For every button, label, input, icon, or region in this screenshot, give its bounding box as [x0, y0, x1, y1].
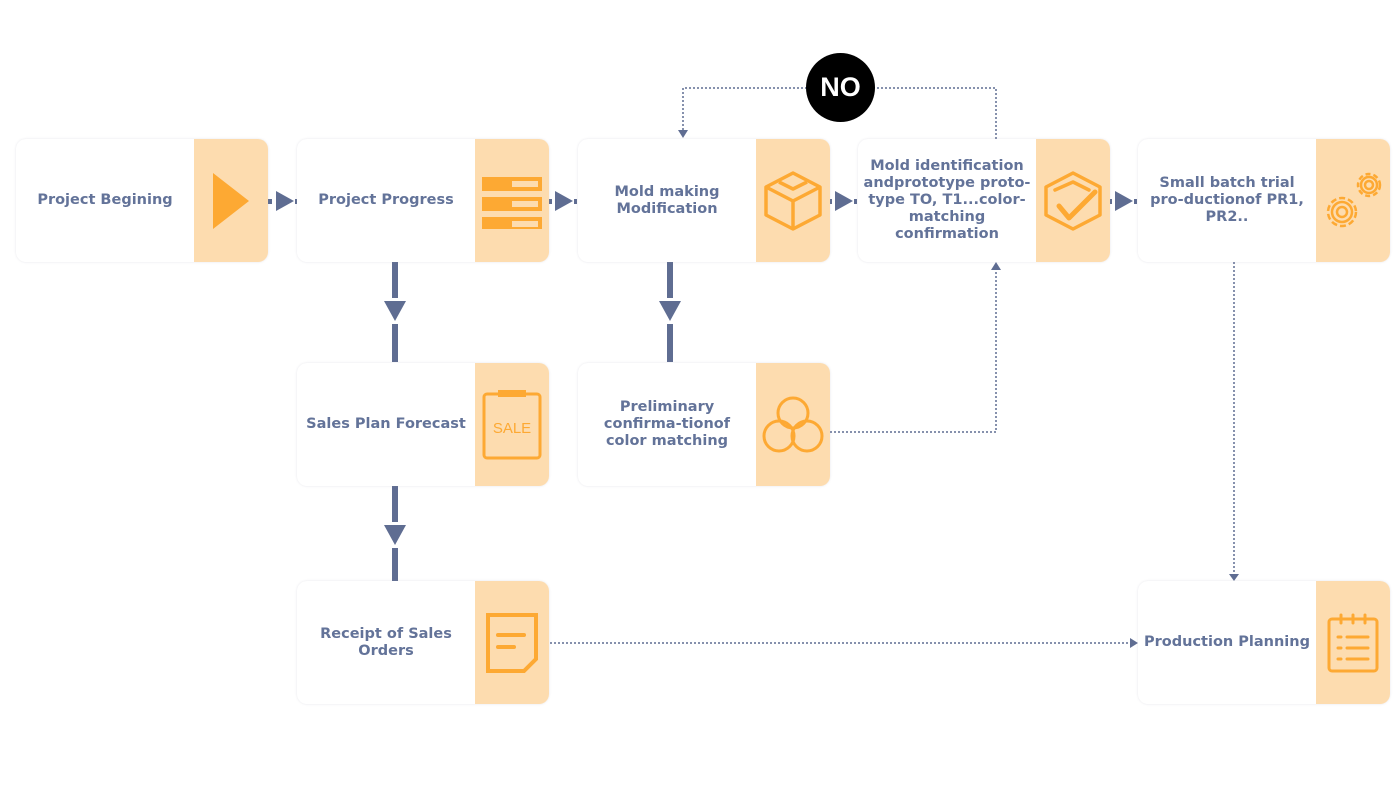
arrow-mold-color	[659, 262, 681, 362]
arrow-progress-mold	[548, 191, 577, 211]
arrow-start-progress	[268, 191, 298, 211]
node-receipt-sales-orders[interactable]: Receipt of Sales Orders	[297, 581, 549, 704]
arrowhead	[678, 130, 688, 138]
node-project-progress[interactable]: Project Progress	[297, 139, 549, 262]
arrowhead	[1130, 638, 1138, 648]
node-preliminary-color[interactable]: Preliminary confirma-tionof color matchi…	[578, 363, 830, 486]
decision-no: NO	[806, 53, 875, 122]
arrow-forecast-orders	[384, 486, 406, 581]
node-icon-panel	[475, 139, 549, 262]
node-production-planning[interactable]: Production Planning	[1138, 581, 1390, 704]
node-label: Preliminary confirma-tionof color matchi…	[603, 399, 731, 449]
node-label: Project Begining	[37, 192, 173, 208]
node-label: Receipt of Sales Orders	[320, 625, 452, 659]
play-icon	[213, 172, 249, 229]
list-bars-icon	[482, 176, 542, 229]
node-icon-panel	[756, 363, 830, 486]
node-icon-panel	[1316, 581, 1390, 704]
node-project-begining[interactable]: Project Begining	[16, 139, 268, 262]
node-icon-panel	[756, 139, 830, 262]
arrowhead	[1229, 574, 1239, 581]
color-circles-icon	[762, 396, 824, 452]
gears-icon	[1326, 172, 1382, 227]
sale-clipboard-icon: SALE	[482, 389, 542, 459]
box-icon	[764, 170, 822, 231]
node-icon-panel	[1036, 139, 1110, 262]
node-sales-plan-forecast[interactable]: Sales Plan Forecast SALE	[297, 363, 549, 486]
node-mold-making[interactable]: Mold making Modification	[578, 139, 830, 262]
arrow-identify-trial	[1108, 191, 1137, 211]
sale-icon-text: SALE	[493, 420, 531, 437]
arrow-progress-forecast	[384, 262, 406, 362]
box-check-icon	[1044, 170, 1102, 231]
arrow-mold-identify	[828, 191, 857, 211]
node-icon-panel	[1316, 139, 1390, 262]
node-icon-panel	[475, 581, 549, 704]
node-icon-panel	[194, 139, 268, 262]
color-to-identify-path	[830, 270, 997, 433]
document-icon	[486, 612, 538, 673]
node-label: Mold identification andprototype proto-t…	[863, 158, 1031, 242]
node-icon-panel: SALE	[475, 363, 549, 486]
arrowhead	[991, 262, 1001, 270]
node-small-batch-trial[interactable]: Small batch trial pro-ductionof PR1, PR2…	[1138, 139, 1390, 262]
node-label: Small batch trial pro-ductionof PR1, PR2…	[1150, 175, 1304, 225]
node-label: Mold making Modification	[614, 183, 720, 217]
node-label: Project Progress	[318, 192, 454, 208]
node-label: Sales Plan Forecast	[306, 416, 466, 432]
flowchart: NO Project Begining Project Progress Mol…	[0, 0, 1400, 800]
node-mold-identification[interactable]: Mold identification andprototype proto-t…	[858, 139, 1110, 262]
node-label: Production Planning	[1144, 634, 1310, 650]
checklist-icon	[1327, 613, 1379, 672]
